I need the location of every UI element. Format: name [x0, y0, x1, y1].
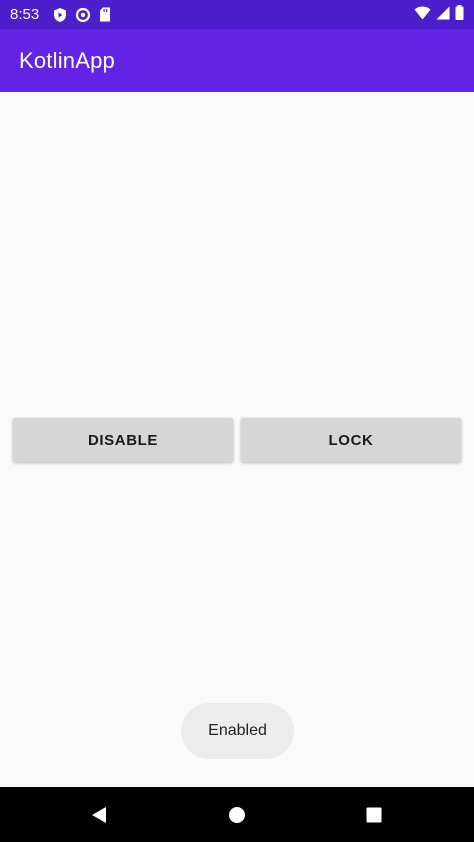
- app-bar: KotlinApp: [0, 29, 474, 92]
- back-icon[interactable]: [69, 787, 129, 842]
- home-icon[interactable]: [207, 787, 267, 842]
- play-protect-icon: [53, 7, 67, 23]
- wifi-icon: [414, 6, 431, 24]
- sd-card-icon: [99, 7, 111, 22]
- recents-icon[interactable]: [344, 787, 404, 842]
- navigation-bar: [0, 787, 474, 842]
- battery-icon: [455, 5, 464, 24]
- disable-button[interactable]: DISABLE: [13, 418, 233, 462]
- signal-icon: [436, 6, 450, 24]
- status-time: 8:53: [10, 6, 40, 23]
- data-saver-icon: [75, 7, 91, 23]
- lock-button[interactable]: LOCK: [241, 418, 461, 462]
- status-bar: 8:53: [0, 0, 474, 29]
- status-right-icons: [414, 5, 464, 24]
- main-content: DISABLE LOCK Enabled: [0, 92, 474, 787]
- app-title: KotlinApp: [19, 47, 115, 73]
- toast-message: Enabled: [181, 703, 294, 759]
